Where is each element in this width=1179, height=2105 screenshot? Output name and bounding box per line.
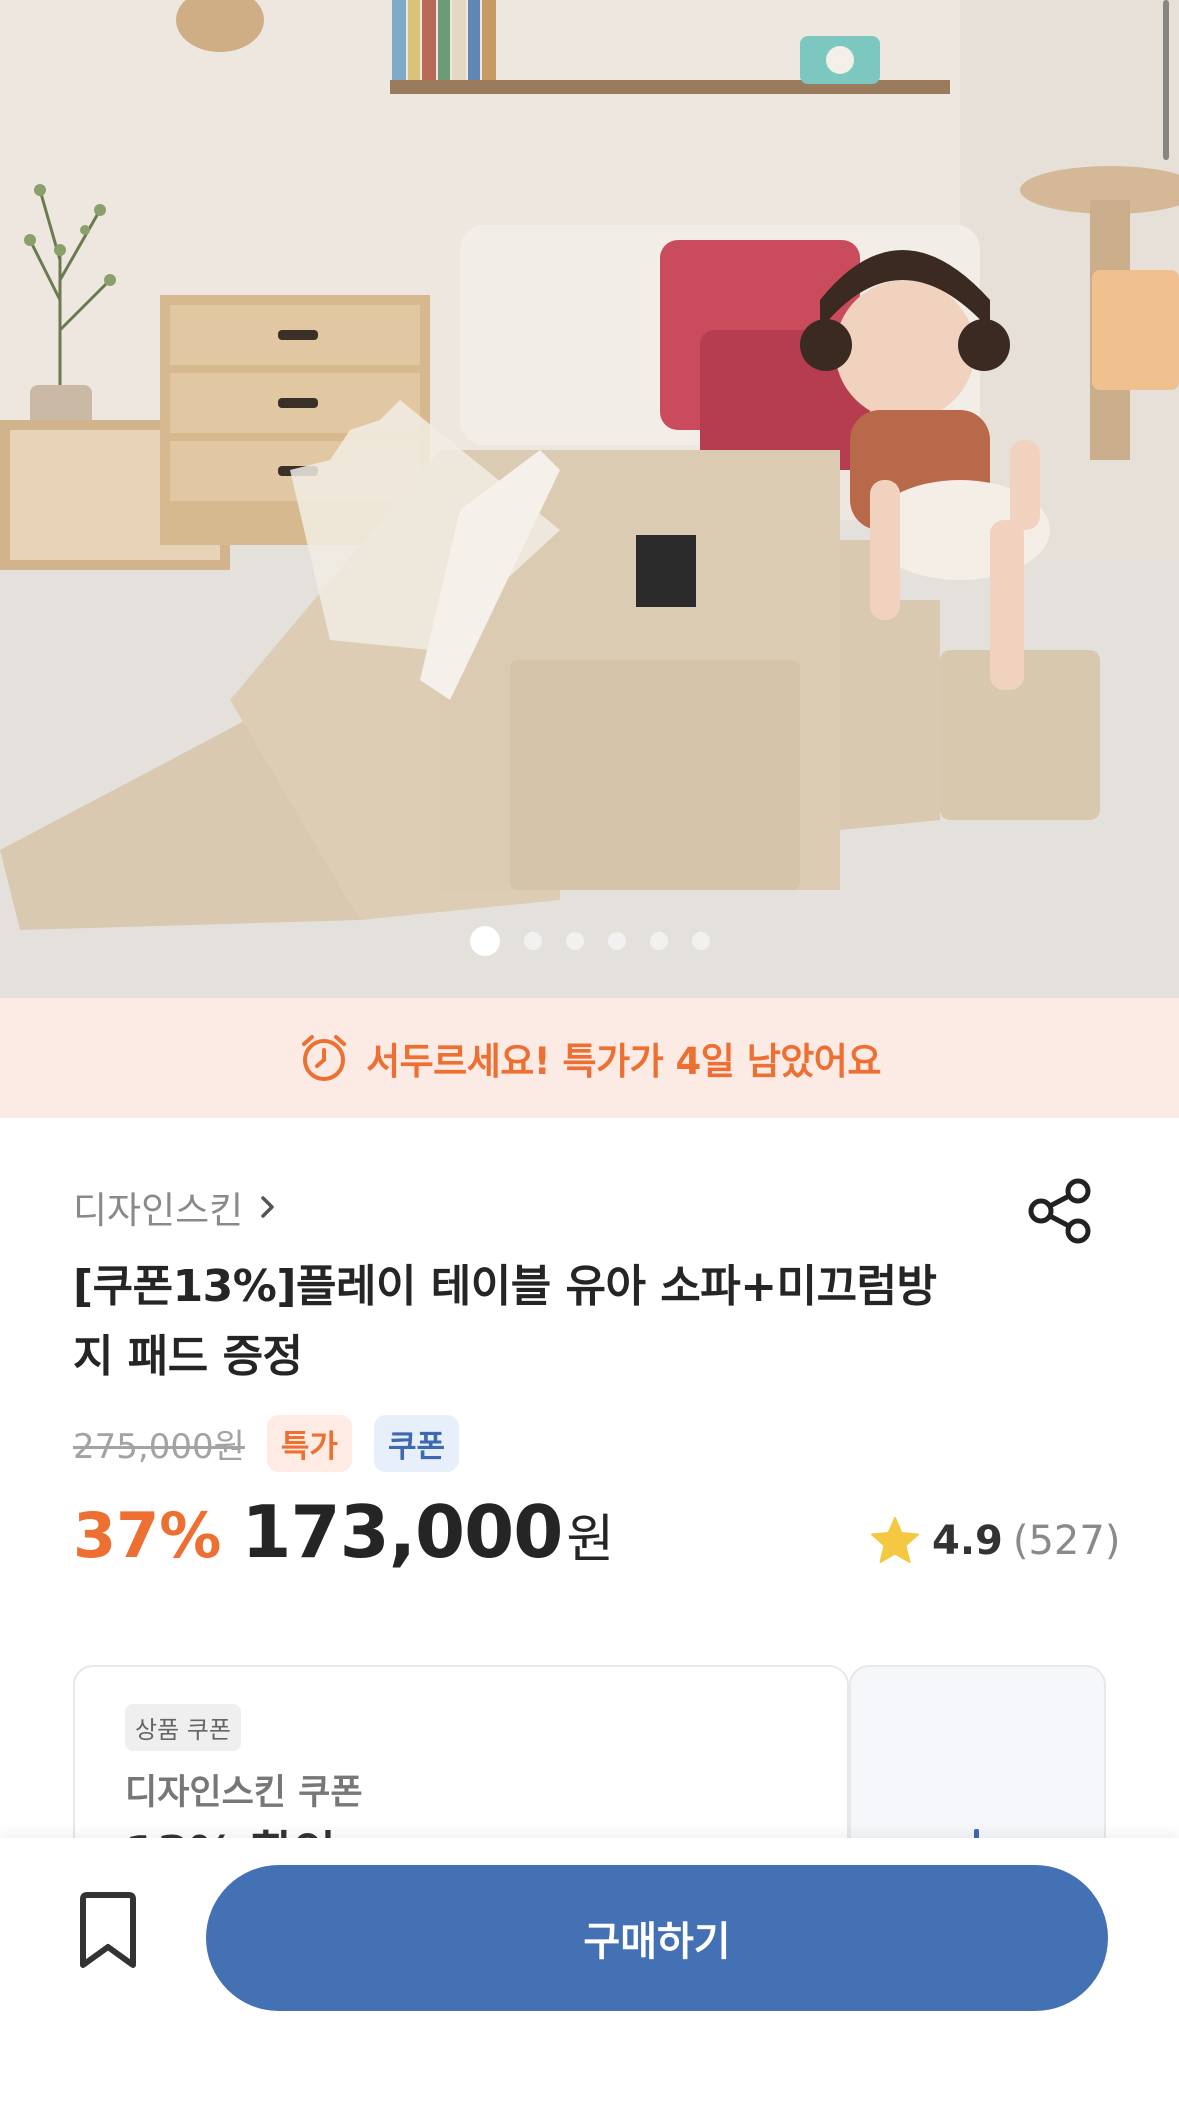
title-line-2: 지 패드 증정 xyxy=(73,1331,303,1382)
coupon-tag: 상품 쿠폰 xyxy=(125,1704,241,1751)
product-photo xyxy=(0,0,1179,998)
product-image-carousel[interactable] xyxy=(0,0,1179,998)
discount-rate: 37% xyxy=(73,1499,222,1572)
sale-price-row: 37% 173,000 원 xyxy=(73,1490,614,1574)
share-icon[interactable] xyxy=(1026,1176,1096,1246)
carousel-dot-1[interactable] xyxy=(469,926,500,956)
special-deal-badge: 특가 xyxy=(266,1415,352,1472)
brand-link[interactable]: 디자인스킨 xyxy=(73,1180,279,1234)
bookmark-icon[interactable] xyxy=(73,1891,143,1971)
coupon-badge: 쿠폰 xyxy=(373,1415,459,1472)
price-badges-row: 275,000원 특가 쿠폰 xyxy=(73,1415,459,1472)
carousel-dots xyxy=(0,926,1179,956)
bottom-action-bar: 구매하기 xyxy=(0,1838,1179,2105)
carousel-dot-5[interactable] xyxy=(649,932,668,950)
banner-text: 서두르세요! 특가가 4일 남았어요 xyxy=(366,1040,881,1083)
product-title: [쿠폰13%]플레이 테이블 유아 소파+미끄럼방 지 패드 증정 xyxy=(73,1252,1033,1392)
deal-countdown-banner: 서두르세요! 특가가 4일 남았어요 xyxy=(0,998,1179,1118)
carousel-dot-3[interactable] xyxy=(565,932,584,950)
sale-price: 173,000 xyxy=(241,1490,563,1574)
carousel-dot-4[interactable] xyxy=(607,932,626,950)
coupon-name: 디자인스킨 쿠폰 xyxy=(125,1773,363,1813)
alarm-clock-icon xyxy=(302,1035,347,1081)
buy-button[interactable]: 구매하기 xyxy=(206,1865,1108,2011)
review-count: (527) xyxy=(1012,1518,1121,1564)
rating-summary[interactable]: 4.9 (527) xyxy=(868,1514,1120,1568)
carousel-dot-2[interactable] xyxy=(523,932,542,950)
title-line-1: [쿠폰13%]플레이 테이블 유아 소파+미끄럼방 xyxy=(73,1261,937,1312)
chevron-right-icon xyxy=(261,1196,274,1218)
star-icon xyxy=(871,1517,919,1563)
currency-unit: 원 xyxy=(566,1510,615,1570)
rating-value: 4.9 xyxy=(932,1518,1003,1564)
scroll-indicator[interactable] xyxy=(1163,0,1169,160)
original-price: 275,000원 xyxy=(73,1427,245,1467)
carousel-dot-6[interactable] xyxy=(691,932,710,950)
brand-name: 디자인스킨 xyxy=(73,1189,244,1232)
